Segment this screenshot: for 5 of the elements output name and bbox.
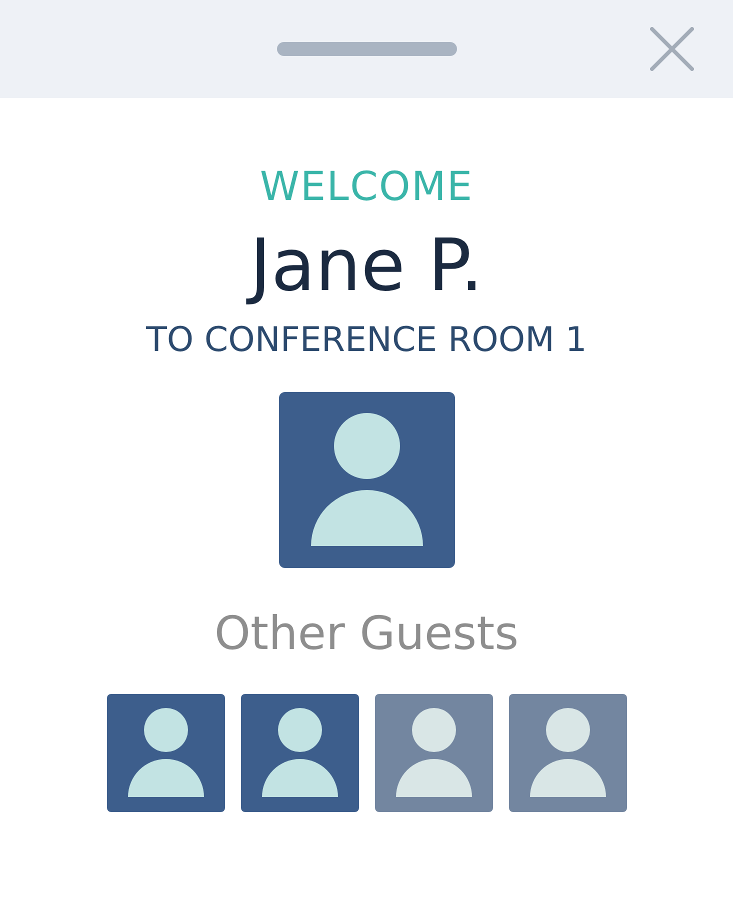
destination-label: TO CONFERENCE ROOM 1	[146, 319, 587, 362]
drag-handle[interactable]	[276, 42, 456, 56]
welcome-label: WELCOME	[260, 163, 474, 212]
section-title: Other Guests	[214, 605, 519, 662]
close-icon[interactable]	[650, 27, 694, 71]
